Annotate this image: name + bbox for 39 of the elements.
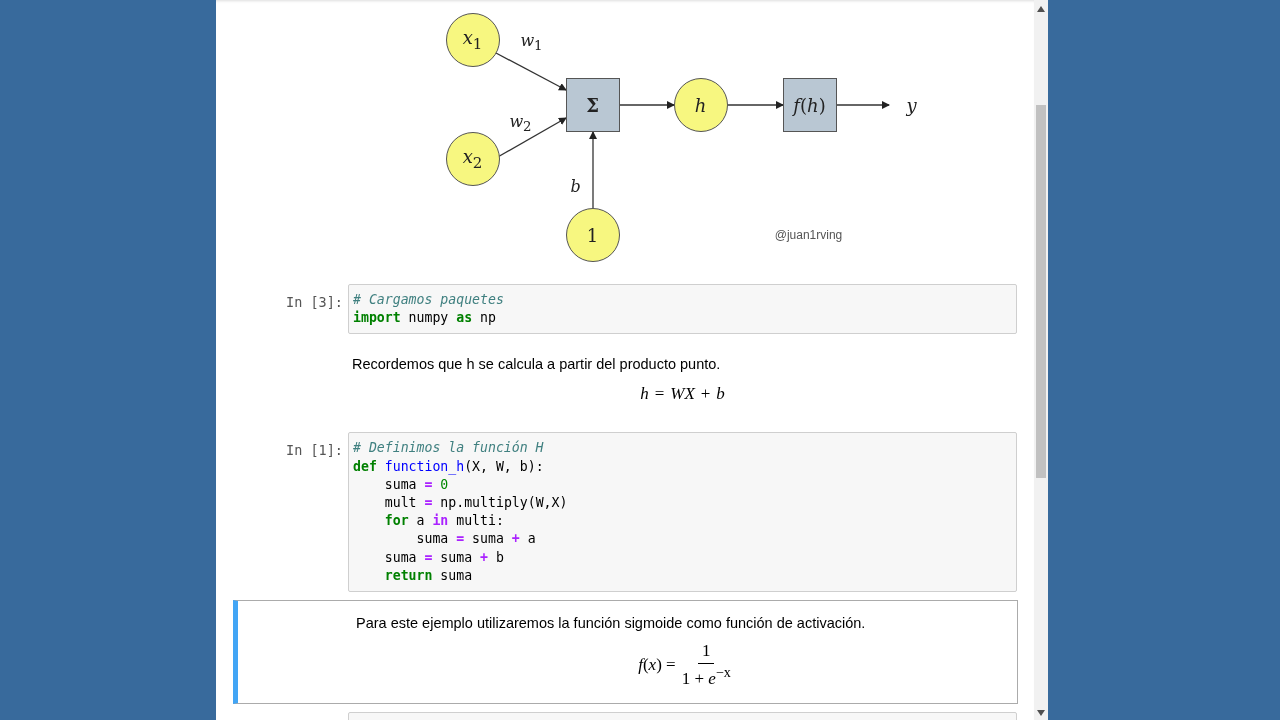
circle-node: 1 [565,208,620,262]
cell-prompt: In [1]: [285,441,344,461]
circle-node: h [673,78,728,132]
arrow [726,101,784,109]
paragraph: Recordemos que h se calcula a partir del producto punto. [352,356,722,373]
code-line: for a in multi: [383,512,505,531]
arrow [618,101,675,109]
paragraph: Para este ejemplo utilizaremos la función sigmoide como función de activación. [356,615,867,632]
code-line: # Definimos la función H [353,439,545,458]
code-line: mult = np.multiply(W,X) [383,494,569,512]
selected-cell[interactable]: Para este ejemplo utilizaremos la función sigmoide como función de activación. f(x) = 1 1 + e$^{−x}$ [233,600,1018,704]
arrow [835,101,890,109]
code-line: # Cargamos paquetes [353,291,505,309]
denominator: 1 + e$^{−x}$ [681,664,731,689]
formula-lhs: f(x) = [638,654,676,675]
circle-node: x$_{2}$ [445,132,500,186]
code-line: return suma [383,566,474,585]
output-label: y [906,94,917,116]
scrollbar-thumb[interactable] [1036,105,1046,478]
formula: h = WX + b [640,384,725,405]
box-node: Σ [565,78,620,132]
cell-prompt: In [3]: [285,293,344,312]
edge-label: w$_{2}$ [509,111,532,135]
box-node: f(h) [782,78,837,132]
code-line: suma = suma + b [383,548,505,567]
edge-label: w$_{1}$ [520,30,543,54]
scroll-down-icon[interactable] [1037,710,1045,716]
credit-text: @juan1rving [774,228,843,242]
scroll-up-icon[interactable] [1037,6,1045,12]
scrollbar[interactable] [1034,0,1048,720]
numerator: 1 [697,641,715,665]
code-line: suma = 0 [383,475,450,494]
code-input[interactable]: # Cargamos paquetes import numpy as np [348,284,1017,335]
edge-label: b [570,176,581,196]
code-input[interactable]: # Definimos la función H def function_h(X, W, b): suma = 0 mult = np.multiply(W,X) for a in multi: suma = suma + a suma = suma + b return suma [348,432,1017,593]
circle-node: x$_{1}$ [445,13,500,67]
code-line: def function_h(X, W, b): [353,457,545,476]
code-line: suma = suma + a [415,530,537,549]
code-line: import numpy as np [353,309,497,328]
